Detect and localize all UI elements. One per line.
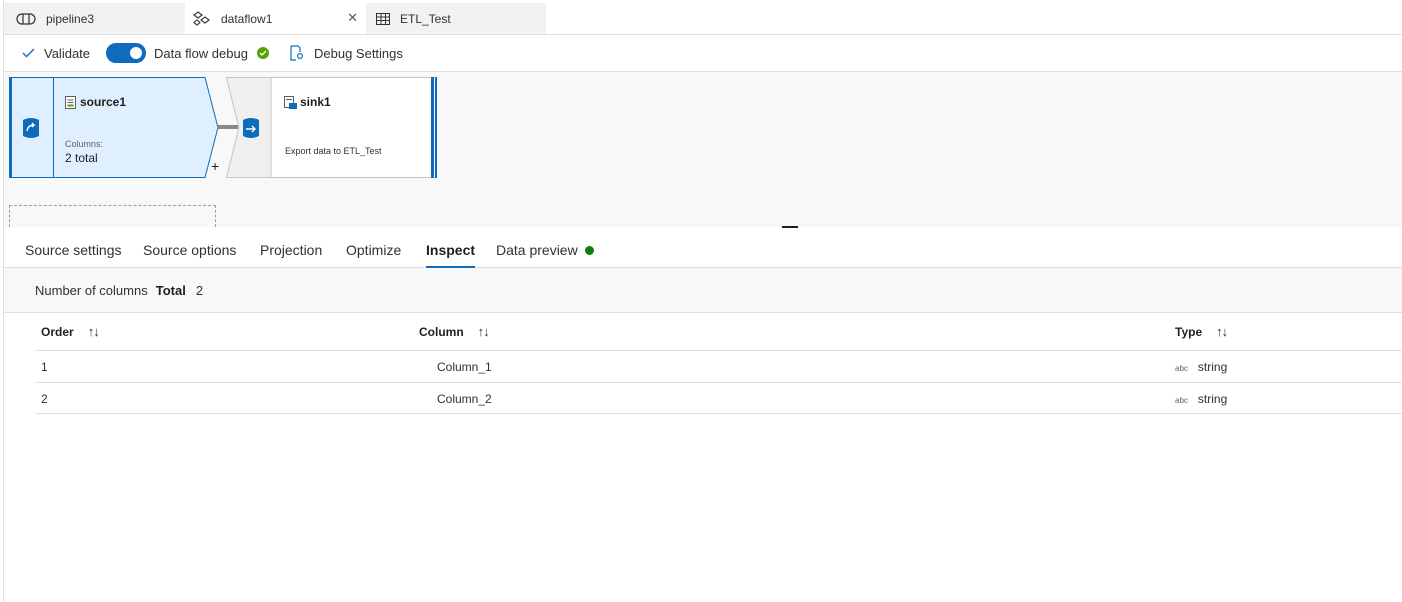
source-type-icon	[22, 117, 40, 142]
tab-inspect[interactable]: Inspect	[426, 228, 476, 268]
header-column-label: Column	[419, 324, 464, 339]
columns-count-label: Number of columns	[35, 282, 148, 298]
source-columns-value: 2 total	[65, 151, 98, 165]
sink-type-icon	[242, 117, 260, 142]
tab-label: ETL_Test	[400, 11, 451, 26]
string-type-icon: abc	[1175, 364, 1188, 373]
cell-order: 1	[41, 360, 48, 374]
cell-column: Column_2	[437, 392, 492, 406]
header-order-label: Order	[41, 324, 74, 339]
tab-label: dataflow1	[221, 11, 273, 26]
tab-data-preview[interactable]: Data preview	[496, 228, 594, 267]
data-flow-debug-toggle[interactable]: Data flow debug	[106, 35, 269, 71]
cell-type-label: string	[1197, 392, 1228, 406]
status-dot-icon	[584, 245, 594, 255]
dataflow-canvas[interactable]: source1 Columns: 2 total + sink1 Export …	[4, 72, 1402, 227]
checkmark-icon	[22, 48, 35, 58]
tab-optimize[interactable]: Optimize	[346, 228, 401, 267]
pipeline-icon	[16, 12, 36, 26]
header-type-label: Type	[1175, 324, 1203, 339]
header-divider	[35, 350, 1402, 351]
tab-data-preview-label: Data preview	[496, 242, 578, 258]
total-label: Total	[155, 282, 186, 298]
validate-label: Validate	[44, 45, 91, 61]
sort-icon[interactable]: ↑↓	[1216, 324, 1228, 339]
tab-projection[interactable]: Projection	[260, 228, 322, 267]
debug-settings-label: Debug Settings	[314, 45, 403, 61]
source-node[interactable]: source1 Columns: 2 total	[9, 77, 219, 178]
toolbar: Validate Data flow debug Debug Settings	[4, 35, 1402, 72]
sink-node[interactable]: sink1 Export data to ETL_Test	[226, 77, 437, 178]
tab-dataflow1[interactable]: dataflow1 ✕	[185, 3, 366, 34]
tab-pipeline3[interactable]: pipeline3	[4, 3, 185, 34]
cell-type: abc string	[1175, 392, 1227, 406]
header-column[interactable]: Column ↑↓	[419, 313, 490, 350]
tab-source-options[interactable]: Source options	[143, 228, 236, 267]
header-type[interactable]: Type ↑↓	[1175, 313, 1228, 350]
tab-etl-test[interactable]: ETL_Test	[366, 3, 546, 34]
dataset-icon	[65, 96, 76, 112]
total-value: 2	[195, 282, 204, 298]
cell-order: 2	[41, 392, 48, 406]
toggle-switch[interactable]	[106, 43, 146, 63]
cell-type-label: string	[1197, 360, 1228, 374]
row-divider	[35, 413, 1402, 414]
table-icon	[376, 12, 390, 25]
drop-zone-placeholder[interactable]	[9, 205, 216, 227]
debug-settings-button[interactable]: Debug Settings	[288, 35, 403, 71]
cell-column: Column_1	[437, 360, 492, 374]
source-columns-label: Columns:	[65, 139, 104, 149]
sink-node-name: sink1	[300, 95, 331, 109]
status-ok-icon	[256, 47, 269, 59]
debug-label: Data flow debug	[154, 45, 248, 61]
tab-source-settings[interactable]: Source settings	[25, 228, 122, 267]
debug-settings-icon	[288, 45, 304, 61]
string-type-icon: abc	[1175, 396, 1188, 405]
source-node-name: source1	[80, 95, 127, 109]
sort-icon[interactable]: ↑↓	[88, 324, 100, 339]
sink-description: Export data to ETL_Test	[285, 146, 382, 156]
document-tab-bar: pipeline3 dataflow1 ✕ ETL_Test	[4, 3, 1402, 35]
header-order[interactable]: Order ↑↓	[41, 313, 100, 350]
property-tab-bar: Source settings Source options Projectio…	[4, 228, 1402, 268]
validate-button[interactable]: Validate	[22, 35, 90, 71]
close-icon[interactable]: ✕	[347, 10, 358, 26]
add-transform-button[interactable]: +	[211, 158, 219, 174]
dataflow-icon	[193, 10, 211, 27]
tab-label: pipeline3	[46, 11, 95, 26]
row-divider	[35, 382, 1402, 383]
inspect-summary: Number of columns Total 2	[4, 268, 1402, 313]
sort-icon[interactable]: ↑↓	[478, 324, 490, 339]
cell-type: abc string	[1175, 360, 1227, 374]
sink-dataset-icon	[284, 96, 297, 112]
